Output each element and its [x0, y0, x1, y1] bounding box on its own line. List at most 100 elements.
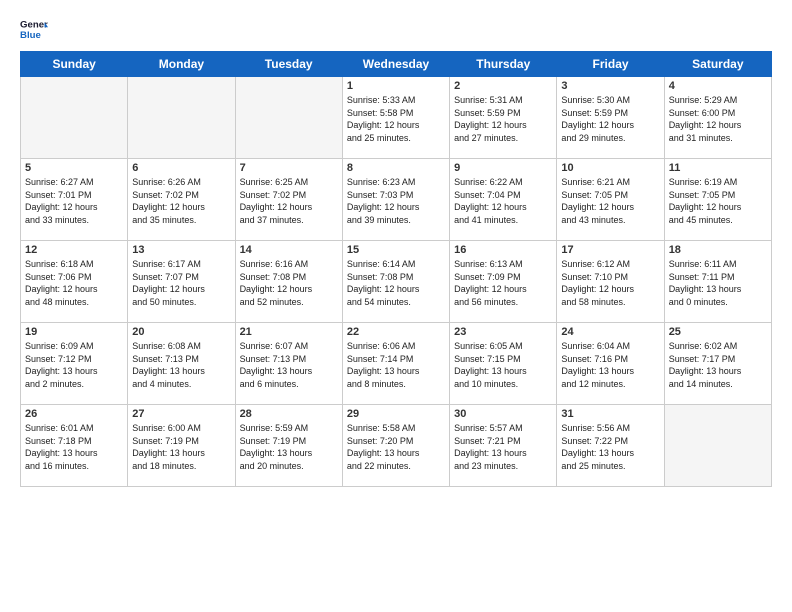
- day-info: Sunrise: 6:07 AM Sunset: 7:13 PM Dayligh…: [240, 340, 338, 390]
- calendar-cell: 24 Sunrise: 6:04 AM Sunset: 7:16 PM Dayli…: [557, 323, 664, 405]
- day-info: Sunrise: 6:04 AM Sunset: 7:16 PM Dayligh…: [561, 340, 659, 390]
- day-number: 14: [240, 244, 338, 256]
- day-number: 2: [454, 80, 552, 92]
- day-info: Sunrise: 6:12 AM Sunset: 7:10 PM Dayligh…: [561, 258, 659, 308]
- calendar-cell: 10 Sunrise: 6:21 AM Sunset: 7:05 PM Dayli…: [557, 159, 664, 241]
- weekday-header-thursday: Thursday: [450, 52, 557, 77]
- calendar-table: SundayMondayTuesdayWednesdayThursdayFrid…: [20, 51, 772, 487]
- day-info: Sunrise: 5:58 AM Sunset: 7:20 PM Dayligh…: [347, 422, 445, 472]
- day-number: 24: [561, 326, 659, 338]
- day-info: Sunrise: 5:59 AM Sunset: 7:19 PM Dayligh…: [240, 422, 338, 472]
- day-number: 26: [25, 408, 123, 420]
- calendar-cell: 28 Sunrise: 5:59 AM Sunset: 7:19 PM Dayli…: [235, 405, 342, 487]
- calendar-cell: 7 Sunrise: 6:25 AM Sunset: 7:02 PM Daylig…: [235, 159, 342, 241]
- calendar-cell: 13Sunrise: 6:17 AM Sunset: 7:07 PM Dayli…: [128, 241, 235, 323]
- calendar-cell: 11 Sunrise: 6:19 AM Sunset: 7:05 PM Dayli…: [664, 159, 771, 241]
- day-info: Sunrise: 6:19 AM Sunset: 7:05 PM Dayligh…: [669, 176, 767, 226]
- day-info: Sunrise: 6:16 AM Sunset: 7:08 PM Dayligh…: [240, 258, 338, 308]
- weekday-header-wednesday: Wednesday: [342, 52, 449, 77]
- day-number: 7: [240, 162, 338, 174]
- day-number: 8: [347, 162, 445, 174]
- day-number: 29: [347, 408, 445, 420]
- calendar-cell: 4 Sunrise: 5:29 AM Sunset: 6:00 PM Daylig…: [664, 77, 771, 159]
- day-info: Sunrise: 6:00 AM Sunset: 7:19 PM Dayligh…: [132, 422, 230, 472]
- day-number: 20: [132, 326, 230, 338]
- day-info: Sunrise: 6:13 AM Sunset: 7:09 PM Dayligh…: [454, 258, 552, 308]
- calendar-cell: 23 Sunrise: 6:05 AM Sunset: 7:15 PM Dayli…: [450, 323, 557, 405]
- weekday-header-saturday: Saturday: [664, 52, 771, 77]
- day-info: Sunrise: 5:31 AM Sunset: 5:59 PM Dayligh…: [454, 94, 552, 144]
- calendar-cell: 8 Sunrise: 6:23 AM Sunset: 7:03 PM Daylig…: [342, 159, 449, 241]
- calendar-cell: 16 Sunrise: 6:13 AM Sunset: 7:09 PM Dayli…: [450, 241, 557, 323]
- calendar-cell: 20 Sunrise: 6:08 AM Sunset: 7:13 PM Dayli…: [128, 323, 235, 405]
- calendar-cell: 19 Sunrise: 6:09 AM Sunset: 7:12 PM Dayli…: [21, 323, 128, 405]
- day-number: 30: [454, 408, 552, 420]
- calendar-cell: 27Sunrise: 6:00 AM Sunset: 7:19 PM Dayli…: [128, 405, 235, 487]
- day-info: Sunrise: 6:18 AM Sunset: 7:06 PM Dayligh…: [25, 258, 123, 308]
- calendar-cell: 18Sunrise: 6:11 AM Sunset: 7:11 PM Dayli…: [664, 241, 771, 323]
- day-info: Sunrise: 6:26 AM Sunset: 7:02 PM Dayligh…: [132, 176, 230, 226]
- day-info: Sunrise: 6:27 AM Sunset: 7:01 PM Dayligh…: [25, 176, 123, 226]
- calendar-cell: 3 Sunrise: 5:30 AM Sunset: 5:59 PM Daylig…: [557, 77, 664, 159]
- day-number: 19: [25, 326, 123, 338]
- day-number: 25: [669, 326, 767, 338]
- calendar-cell: 12 Sunrise: 6:18 AM Sunset: 7:06 PM Dayli…: [21, 241, 128, 323]
- logo-icon: General Blue: [20, 15, 48, 43]
- calendar-cell: 26 Sunrise: 6:01 AM Sunset: 7:18 PM Dayli…: [21, 405, 128, 487]
- weekday-header-row: SundayMondayTuesdayWednesdayThursdayFrid…: [21, 52, 772, 77]
- day-number: 12: [25, 244, 123, 256]
- svg-text:Blue: Blue: [20, 30, 41, 41]
- calendar-week-4: 19 Sunrise: 6:09 AM Sunset: 7:12 PM Dayli…: [21, 323, 772, 405]
- day-info: Sunrise: 6:01 AM Sunset: 7:18 PM Dayligh…: [25, 422, 123, 472]
- day-number: 3: [561, 80, 659, 92]
- calendar-week-3: 12 Sunrise: 6:18 AM Sunset: 7:06 PM Dayli…: [21, 241, 772, 323]
- calendar-cell: 9 Sunrise: 6:22 AM Sunset: 7:04 PM Daylig…: [450, 159, 557, 241]
- day-number: 1: [347, 80, 445, 92]
- day-number: 9: [454, 162, 552, 174]
- day-number: 21: [240, 326, 338, 338]
- calendar-cell: 21 Sunrise: 6:07 AM Sunset: 7:13 PM Dayli…: [235, 323, 342, 405]
- day-info: Sunrise: 5:57 AM Sunset: 7:21 PM Dayligh…: [454, 422, 552, 472]
- day-info: Sunrise: 6:09 AM Sunset: 7:12 PM Dayligh…: [25, 340, 123, 390]
- calendar-cell: [21, 77, 128, 159]
- day-info: Sunrise: 5:29 AM Sunset: 6:00 PM Dayligh…: [669, 94, 767, 144]
- calendar-cell: 25 Sunrise: 6:02 AM Sunset: 7:17 PM Dayli…: [664, 323, 771, 405]
- day-info: Sunrise: 6:17 AM Sunset: 7:07 PM Dayligh…: [132, 258, 230, 308]
- day-info: Sunrise: 5:30 AM Sunset: 5:59 PM Dayligh…: [561, 94, 659, 144]
- day-number: 11: [669, 162, 767, 174]
- calendar-cell: [128, 77, 235, 159]
- calendar-cell: 15Sunrise: 6:14 AM Sunset: 7:08 PM Dayli…: [342, 241, 449, 323]
- calendar-cell: 17 Sunrise: 6:12 AM Sunset: 7:10 PM Dayli…: [557, 241, 664, 323]
- svg-text:General: General: [20, 19, 48, 30]
- day-number: 31: [561, 408, 659, 420]
- weekday-header-tuesday: Tuesday: [235, 52, 342, 77]
- calendar-cell: 1Sunrise: 5:33 AM Sunset: 5:58 PM Daylig…: [342, 77, 449, 159]
- day-info: Sunrise: 6:25 AM Sunset: 7:02 PM Dayligh…: [240, 176, 338, 226]
- calendar-cell: 5 Sunrise: 6:27 AM Sunset: 7:01 PM Daylig…: [21, 159, 128, 241]
- day-number: 17: [561, 244, 659, 256]
- weekday-header-sunday: Sunday: [21, 52, 128, 77]
- day-number: 10: [561, 162, 659, 174]
- day-info: Sunrise: 6:02 AM Sunset: 7:17 PM Dayligh…: [669, 340, 767, 390]
- calendar-cell: [235, 77, 342, 159]
- day-number: 28: [240, 408, 338, 420]
- day-info: Sunrise: 6:22 AM Sunset: 7:04 PM Dayligh…: [454, 176, 552, 226]
- weekday-header-monday: Monday: [128, 52, 235, 77]
- day-info: Sunrise: 5:56 AM Sunset: 7:22 PM Dayligh…: [561, 422, 659, 472]
- day-info: Sunrise: 6:14 AM Sunset: 7:08 PM Dayligh…: [347, 258, 445, 308]
- day-info: Sunrise: 6:08 AM Sunset: 7:13 PM Dayligh…: [132, 340, 230, 390]
- day-number: 23: [454, 326, 552, 338]
- day-info: Sunrise: 6:23 AM Sunset: 7:03 PM Dayligh…: [347, 176, 445, 226]
- calendar-cell: 14 Sunrise: 6:16 AM Sunset: 7:08 PM Dayli…: [235, 241, 342, 323]
- day-info: Sunrise: 6:21 AM Sunset: 7:05 PM Dayligh…: [561, 176, 659, 226]
- header: General Blue: [20, 15, 772, 43]
- day-number: 5: [25, 162, 123, 174]
- weekday-header-friday: Friday: [557, 52, 664, 77]
- day-number: 4: [669, 80, 767, 92]
- calendar-week-2: 5 Sunrise: 6:27 AM Sunset: 7:01 PM Daylig…: [21, 159, 772, 241]
- day-info: Sunrise: 6:06 AM Sunset: 7:14 PM Dayligh…: [347, 340, 445, 390]
- day-info: Sunrise: 6:05 AM Sunset: 7:15 PM Dayligh…: [454, 340, 552, 390]
- day-info: Sunrise: 6:11 AM Sunset: 7:11 PM Dayligh…: [669, 258, 767, 308]
- day-number: 16: [454, 244, 552, 256]
- page: General Blue SundayMondayTuesdayWednesda…: [0, 0, 792, 612]
